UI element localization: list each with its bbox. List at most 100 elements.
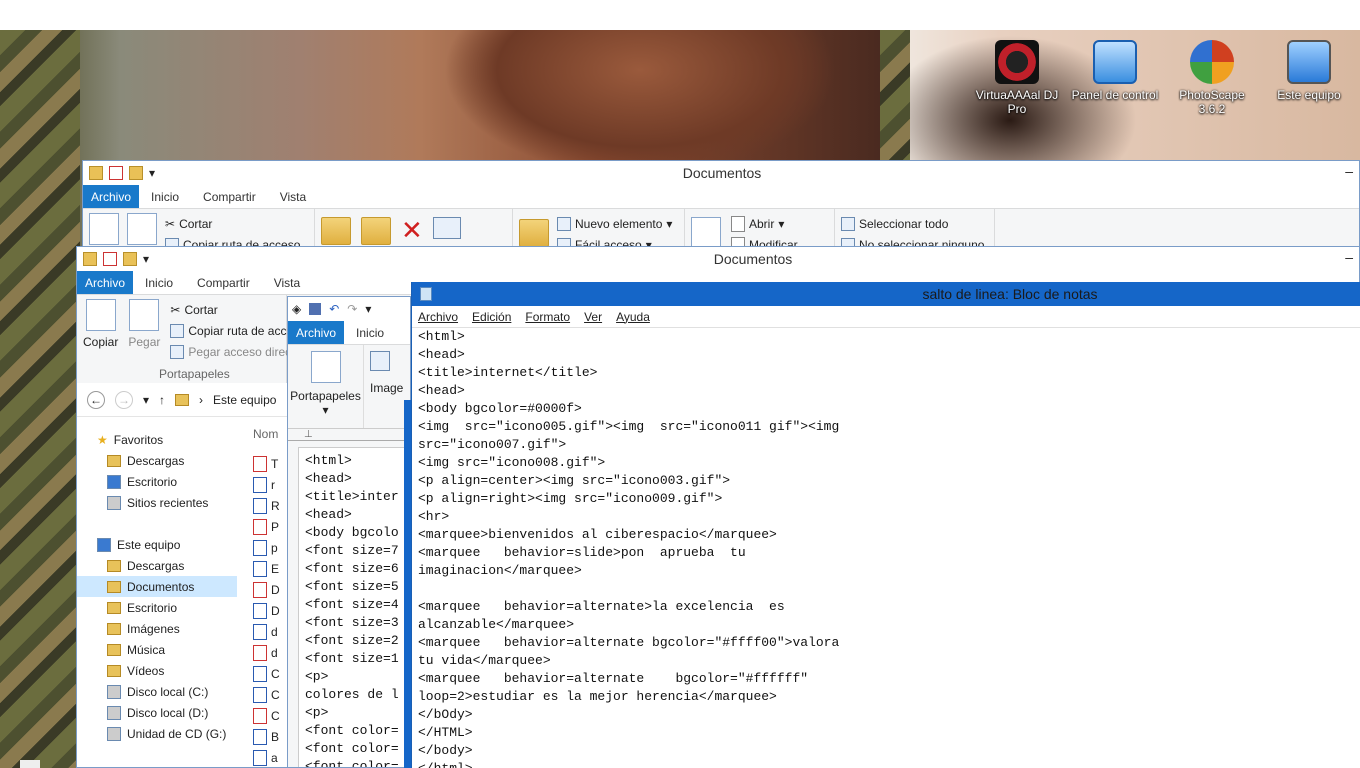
paste-shortcut-button[interactable]: Pegar acceso direc [170,341,291,362]
paste-shortcut-label: Pegar acceso direc [188,344,292,359]
nav-item[interactable]: Disco local (C:) [77,681,237,702]
chevron-down-icon[interactable]: ▾ [143,393,149,407]
back-icon[interactable]: ← [87,390,105,409]
open-group: Abrir ▾ Modificar [685,209,835,249]
tab-archivo[interactable]: Archivo [77,271,134,294]
rename-icon[interactable] [432,217,461,239]
redo-icon[interactable]: ↷ [347,302,357,316]
list-item[interactable]: a [253,747,280,767]
nav-item[interactable]: Descargas [77,450,237,471]
address-text[interactable]: Este equipo [213,393,276,407]
list-item[interactable]: C [253,663,280,684]
cut-button[interactable]: ✂ Cortar [170,299,291,320]
desktop-icon-virtualdj[interactable]: VirtuaAAAal DJ Pro [973,40,1061,116]
up-icon[interactable]: ↑ [159,393,165,407]
clipboard-group[interactable]: Portapapeles ▾ [288,345,364,428]
copy-icon[interactable] [89,213,119,245]
properties-icon[interactable] [103,252,117,266]
cut-button[interactable]: ✂ Cortar [165,213,300,234]
text-line: <body bgcolor=#0000f> [418,401,582,416]
new-item-button[interactable]: Nuevo elemento ▾ [557,213,672,234]
list-item[interactable]: E [253,558,280,579]
minimize-button[interactable]: – [1345,249,1353,265]
nav-item[interactable]: Escritorio [77,471,237,492]
tab-archivo[interactable]: Archivo [288,321,345,344]
open-button[interactable]: Abrir ▾ [731,213,798,234]
nav-item[interactable]: Escritorio [77,597,237,618]
copy-to-icon[interactable] [361,217,391,245]
paste-icon[interactable] [127,213,157,245]
list-item[interactable]: D [253,600,280,621]
list-item[interactable]: r [253,474,280,495]
menu-archivo[interactable]: Archivo [418,310,458,324]
tab-compartir[interactable]: Compartir [191,185,268,208]
list-item[interactable]: C [253,684,280,705]
copy-path-button[interactable]: Copiar ruta de acc [170,320,291,341]
chevron-down-icon[interactable]: ▾ [143,252,149,266]
wordpad-document[interactable]: <html> <head> <title>inter <head> <body bgco… [298,447,410,767]
text-line: <font color= [305,723,399,738]
desktop-icon-this-pc[interactable]: Este equipo [1265,40,1353,102]
desktop-icon-photoscape[interactable]: PhotoScape 3.6.2 [1168,40,1256,116]
file-icon [253,707,267,724]
tab-inicio[interactable]: Inicio [344,321,396,344]
file-name: d [271,624,278,639]
list-item[interactable]: D [253,579,280,600]
chevron-down-icon[interactable]: ▾ [149,166,155,180]
list-item[interactable]: P [253,516,280,537]
list-item[interactable]: T [253,453,280,474]
tab-inicio[interactable]: Inicio [139,185,191,208]
nav-item[interactable]: Este equipo [77,534,237,555]
forward-icon[interactable]: → [115,390,133,409]
text-line: </HTML> [418,725,473,740]
nav-item[interactable]: Documentos [77,576,237,597]
list-item[interactable]: d [253,642,280,663]
minimize-button[interactable]: – [1345,163,1353,179]
image-group[interactable]: Image [364,345,403,428]
list-item[interactable]: R [253,495,280,516]
menu-formato[interactable]: Formato [525,310,570,324]
undo-icon[interactable]: ↶ [329,302,339,316]
nav-item[interactable]: Música [77,639,237,660]
nav-item[interactable]: Vídeos [77,660,237,681]
tab-compartir[interactable]: Compartir [185,271,262,294]
menu-edicion[interactable]: Edición [472,310,511,324]
list-item[interactable]: C [253,705,280,726]
properties-icon[interactable] [109,166,123,180]
menu-ayuda[interactable]: Ayuda [616,310,650,324]
nav-item[interactable]: ★ Favoritos [77,429,237,450]
tab-vista[interactable]: Vista [262,271,312,294]
tab-vista[interactable]: Vista [268,185,318,208]
nav-item[interactable]: Sitios recientes [77,492,237,513]
file-icon [253,581,267,598]
name-column-header[interactable]: Nom [253,427,278,441]
properties-icon[interactable] [691,217,721,249]
new-folder-icon[interactable] [123,252,137,266]
delete-icon[interactable]: ✕ [401,217,423,245]
menu-ver[interactable]: Ver [584,310,602,324]
navigation-pane: ★ Favoritos Descargas Escritorio Sitios reci… [77,429,237,744]
save-icon[interactable] [309,303,322,315]
desktop-icon-control-panel[interactable]: Panel de control [1071,40,1159,102]
list-item[interactable]: d [253,621,280,642]
nav-item[interactable]: Descargas [77,555,237,576]
nav-item[interactable]: Imágenes [77,618,237,639]
file-name: P [271,519,280,534]
chevron-down-icon[interactable]: ▾ [365,302,371,316]
nav-item[interactable]: Disco local (D:) [77,702,237,723]
new-folder-icon[interactable] [129,166,143,180]
notepad-text-area[interactable]: <html> <head> <title>internet</title> <head… [412,328,1360,768]
copy-button[interactable]: Copiar [83,299,118,379]
tab-archivo[interactable]: Archivo [83,185,140,208]
tab-inicio[interactable]: Inicio [133,271,185,294]
star-icon: ★ [97,432,108,447]
nav-item[interactable]: Unidad de CD (G:) [77,723,237,744]
select-all-button[interactable]: Seleccionar todo [841,213,988,234]
move-to-icon[interactable] [321,217,351,245]
text-line: <p align=right><img src="icono009.gif"> [418,491,723,506]
list-item[interactable]: p [253,537,280,558]
paste-button[interactable]: Pegar [128,299,160,379]
new-folder-icon[interactable] [519,219,549,247]
file-name: p [271,540,278,555]
list-item[interactable]: B [253,726,280,747]
